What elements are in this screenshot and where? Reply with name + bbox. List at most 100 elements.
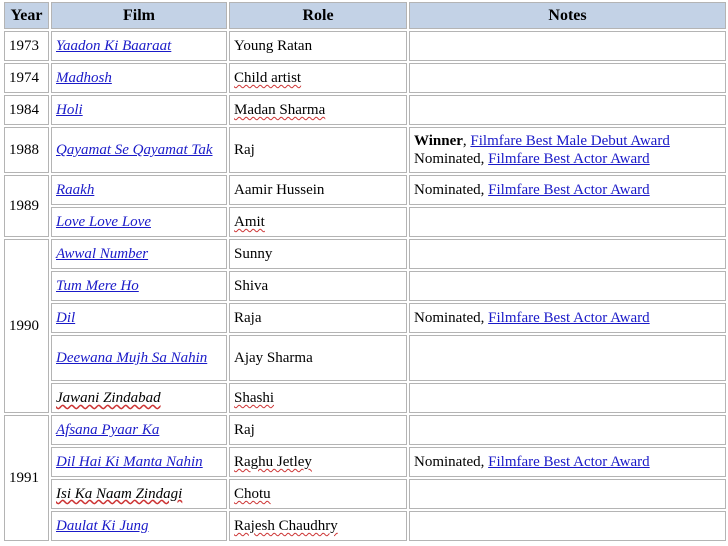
role-cell: Raj [229,415,407,445]
film-cell: Yaadon Ki Baaraat [51,31,227,61]
notes-cell [409,239,726,269]
film-cell: Dil [51,303,227,333]
notes-cell [409,415,726,445]
role-cell: Chotu [229,479,407,509]
film-link[interactable]: Daulat Ki Jung [56,518,149,534]
role-cell: Sunny [229,239,407,269]
year-cell: 1991 [4,415,49,541]
notes-cell: Winner, Filmfare Best Male Debut Award N… [409,127,726,173]
header-film: Film [51,2,227,29]
notes-cell: Nominated, Filmfare Best Actor Award [409,175,726,205]
header-row: Year Film Role Notes [4,2,726,29]
film-link[interactable]: Yaadon Ki Baaraat [56,38,171,54]
table-row: 1991 Afsana Pyaar Ka Raj [4,415,726,541]
table-row: 1973 Yaadon Ki Baaraat Young Ratan [4,31,726,61]
film-cell: Deewana Mujh Sa Nahin [51,335,227,381]
film-link[interactable]: Raakh [56,182,94,198]
year-cell: 1984 [4,95,49,125]
table-row: 1974 Madhosh Child artist [4,63,726,93]
award-link[interactable]: Filmfare Best Actor Award [488,310,650,326]
film-link[interactable]: Deewana Mujh Sa Nahin [56,350,207,366]
role-cell: Child artist [229,63,407,93]
film-cell: Raakh [51,175,227,205]
table-row: 1988 Qayamat Se Qayamat Tak Raj Winner, … [4,127,726,173]
award-result: Nominated, [414,310,489,326]
role-cell: Raj [229,127,407,173]
film-cell: Awwal Number [51,239,227,269]
film-link[interactable]: Isi Ka Naam Zindagi [56,486,182,502]
table-row: Jawani Zindabad Shashi [4,383,726,413]
table-row: Tum Mere Ho Shiva [4,271,726,301]
film-cell: Love Love Love [51,207,227,237]
film-cell: Madhosh [51,63,227,93]
role-text: Child artist [234,70,302,86]
award-result: Winner [414,133,463,149]
award-link[interactable]: Filmfare Best Actor Award [488,151,650,167]
role-cell: Rajesh Chaudhry [229,511,407,541]
award-result: Nominated, [414,454,489,470]
film-link[interactable]: Love Love Love [56,214,151,230]
film-link[interactable]: Dil Hai Ki Manta Nahin [56,454,203,470]
notes-cell [409,271,726,301]
notes-cell: Nominated, Filmfare Best Actor Award [409,303,726,333]
role-text: Chotu [234,486,271,502]
role-cell: Raghu Jetley [229,447,407,477]
role-cell: Raja [229,303,407,333]
year-cell: 1990 [4,239,49,413]
year-cell: 1989 [4,175,49,237]
header-notes: Notes [409,2,726,29]
film-cell: Tum Mere Ho [51,271,227,301]
role-cell: Shashi [229,383,407,413]
film-cell: Afsana Pyaar Ka [51,415,227,445]
table-row: Isi Ka Naam Zindagi Chotu [4,479,726,509]
role-text: Shashi [234,390,275,406]
table-row: 1984 Holi Madan Sharma [4,95,726,125]
role-text: Rajesh Chaudhry [234,518,338,534]
role-text: Raghu Jetley [234,454,312,470]
notes-cell [409,63,726,93]
table-row: 1990 Awwal Number Sunny [4,239,726,413]
role-cell: Shiva [229,271,407,301]
role-cell: Madan Sharma [229,95,407,125]
award-result: Nominated, [414,182,489,198]
film-link[interactable]: Qayamat Se Qayamat Tak [56,142,213,158]
role-text: Amit [234,214,265,230]
role-cell: Aamir Hussein [229,175,407,205]
film-link[interactable]: Tum Mere Ho [56,278,139,294]
year-cell: 1988 [4,127,49,173]
table-row: Dil Raja Nominated, Filmfare Best Actor … [4,303,726,333]
award-result: Nominated, [414,151,489,167]
table-row: Daulat Ki Jung Rajesh Chaudhry [4,511,726,541]
notes-cell [409,31,726,61]
film-link[interactable]: Awwal Number [56,246,148,262]
film-link[interactable]: Afsana Pyaar Ka [56,422,159,438]
film-cell: Isi Ka Naam Zindagi [51,479,227,509]
notes-cell [409,383,726,413]
film-link[interactable]: Madhosh [56,70,112,86]
role-cell: Young Ratan [229,31,407,61]
role-cell: Ajay Sharma [229,335,407,381]
award-link[interactable]: Filmfare Best Male Debut Award [470,133,669,149]
film-link[interactable]: Dil [56,310,75,326]
award-link[interactable]: Filmfare Best Actor Award [488,454,650,470]
notes-cell [409,335,726,381]
film-cell: Dil Hai Ki Manta Nahin [51,447,227,477]
film-cell: Holi [51,95,227,125]
notes-cell [409,207,726,237]
filmography-table: Year Film Role Notes 1973 Yaadon Ki Baar… [2,0,728,543]
film-link[interactable]: Holi [56,102,83,118]
notes-cell [409,479,726,509]
notes-cell [409,95,726,125]
table-row: Dil Hai Ki Manta Nahin Raghu Jetley Nomi… [4,447,726,477]
film-cell: Jawani Zindabad [51,383,227,413]
role-text: Madan Sharma [234,102,326,118]
header-year: Year [4,2,49,29]
film-link[interactable]: Jawani Zindabad [56,390,161,406]
notes-cell: Nominated, Filmfare Best Actor Award [409,447,726,477]
header-role: Role [229,2,407,29]
film-cell: Qayamat Se Qayamat Tak [51,127,227,173]
table-row: Deewana Mujh Sa Nahin Ajay Sharma [4,335,726,381]
year-cell: 1974 [4,63,49,93]
award-link[interactable]: Filmfare Best Actor Award [488,182,650,198]
notes-cell [409,511,726,541]
